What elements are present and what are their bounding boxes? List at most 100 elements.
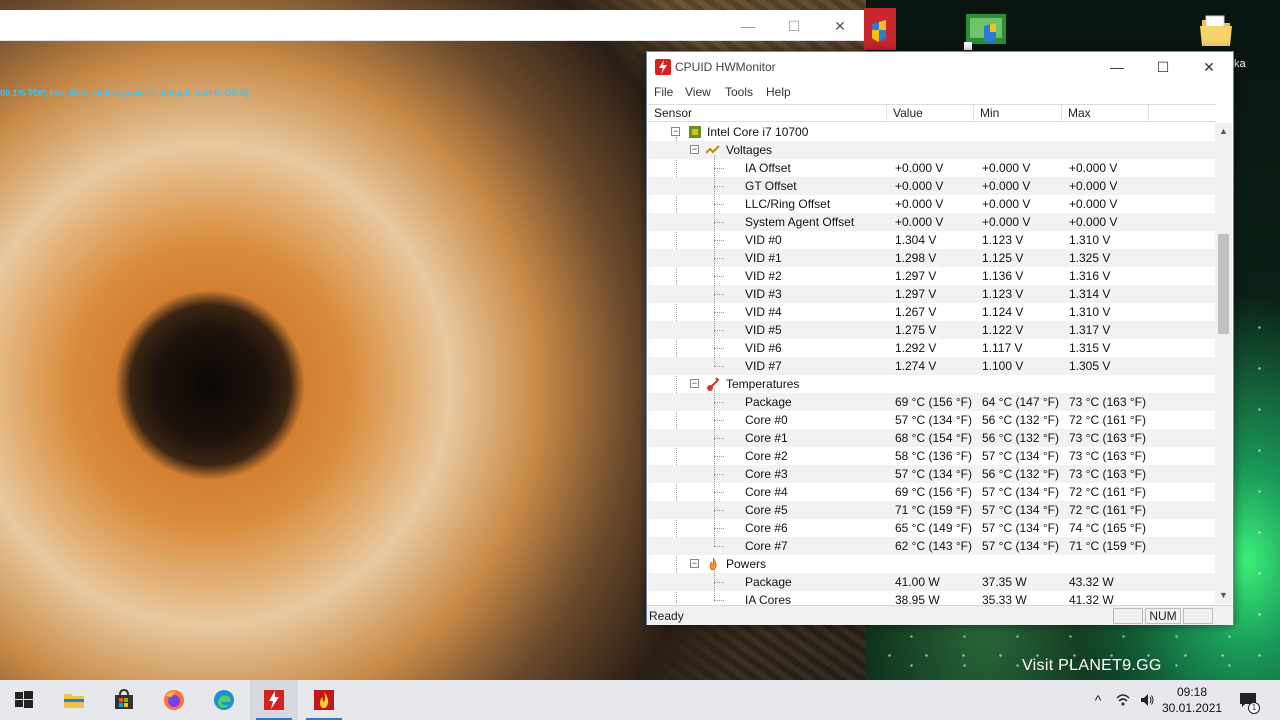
column-value[interactable]: Value [887,105,974,122]
sensor-max: 1.315 V [1069,341,1111,355]
sensor-row[interactable]: VID #2 1.297 V 1.136 V 1.316 V [648,267,1215,285]
maximize-button[interactable]: ☐ [1140,52,1186,82]
tree-branch [714,546,724,547]
sensor-row[interactable]: LLC/Ring Offset +0.000 V +0.000 V +0.000 V [648,195,1215,213]
tree-branch [714,258,724,259]
volume-icon [1141,694,1154,706]
sensor-name: VID #2 [745,269,782,283]
sensor-row[interactable]: System Agent Offset +0.000 V +0.000 V +0.00… [648,213,1215,231]
tray-wifi[interactable] [1112,680,1134,720]
tree-branch [714,438,724,439]
cpu-node[interactable]: − Intel Core i7 10700 [648,123,1215,141]
sensor-min: 57 °C (134 °F) [982,521,1059,535]
sensor-row[interactable]: VID #5 1.275 V 1.122 V 1.317 V [648,321,1215,339]
menu-help[interactable]: Help [766,85,791,99]
sensor-row[interactable]: Core #3 57 °C (134 °F) 56 °C (132 °F) 73 °C… [648,465,1215,483]
sensor-row[interactable]: Core #1 68 °C (154 °F) 56 °C (132 °F) 73 °C… [648,429,1215,447]
sensor-row[interactable]: Core #0 57 °C (134 °F) 56 °C (132 °F) 72 °C… [648,411,1215,429]
sensor-max: +0.000 V [1069,179,1118,193]
desktop-folder[interactable] [1198,10,1234,50]
sensor-row[interactable]: Core #5 71 °C (159 °F) 57 °C (134 °F) 72 °C… [648,501,1215,519]
sensor-value: 57 °C (134 °F) [895,413,972,427]
group-temperatures[interactable]: − Temperatures [648,375,1215,393]
collapse-icon[interactable]: − [690,559,699,568]
sensor-row[interactable]: IA Offset +0.000 V +0.000 V +0.000 V [648,159,1215,177]
system-clock[interactable]: 09:18 30.01.2021 [1162,684,1222,716]
background-minimize-button[interactable]: — [725,15,771,37]
scroll-down-icon[interactable]: ▼ [1215,587,1232,604]
tree-branch [714,456,724,457]
sensor-row[interactable]: Core #6 65 °C (149 °F) 57 °C (134 °F) 74 °C… [648,519,1215,537]
background-close-button[interactable]: ✕ [817,15,863,37]
start-button[interactable] [0,680,48,720]
status-text: Ready [649,609,684,623]
sensor-row[interactable]: IA Cores 38.95 W 35.33 W 41.32 W [648,591,1215,604]
sensor-max: 1.325 V [1069,251,1111,265]
column-sensor[interactable]: Sensor [648,105,887,122]
desktop-shortcut-shield[interactable] [864,8,896,50]
tree-branch [714,222,724,223]
scroll-up-icon[interactable]: ▲ [1215,123,1232,140]
sensor-row[interactable]: Core #4 69 °C (156 °F) 57 °C (134 °F) 72 °C… [648,483,1215,501]
taskbar-flame-app[interactable] [300,680,348,720]
collapse-icon[interactable]: − [671,127,680,136]
background-window[interactable]: — ☐ ✕ [0,10,866,41]
clock-time: 09:18 [1176,685,1208,699]
cpu-name: Intel Core i7 10700 [707,125,809,139]
taskbar-hwmonitor[interactable] [250,680,298,720]
sensor-row[interactable]: GT Offset +0.000 V +0.000 V +0.000 V [648,177,1215,195]
close-button[interactable]: ✕ [1186,52,1232,82]
collapse-icon[interactable]: − [690,379,699,388]
cpu-chip-icon [688,125,702,139]
hwmonitor-window[interactable]: CPUID HWMonitor — ☐ ✕ File View Tools He… [646,51,1234,625]
notification-badge: 1 [1248,702,1260,714]
sensor-row[interactable]: VID #1 1.298 V 1.125 V 1.325 V [648,249,1215,267]
collapse-icon[interactable]: − [690,145,699,154]
sensor-value: 1.267 V [895,305,937,319]
sensor-tree[interactable]: − Intel Core i7 10700− Voltages IA Offset +0… [648,123,1215,604]
group-powers[interactable]: − Powers [648,555,1215,573]
menu-view[interactable]: View [685,85,711,99]
edge-icon [214,690,234,710]
notification-center[interactable]: 1 [1236,680,1260,720]
sensor-row[interactable]: VID #0 1.304 V 1.123 V 1.310 V [648,231,1215,249]
column-min[interactable]: Min [974,105,1062,122]
sensor-value: +0.000 V [895,197,944,211]
sensor-name: VID #1 [745,251,782,265]
scroll-thumb[interactable] [1218,234,1229,334]
vertical-scrollbar[interactable]: ▲ ▼ [1215,123,1232,604]
sensor-row[interactable]: Core #7 62 °C (143 °F) 57 °C (134 °F) 71 °C… [648,537,1215,555]
background-maximize-button[interactable]: ☐ [771,15,817,37]
sensor-row[interactable]: VID #7 1.274 V 1.100 V 1.305 V [648,357,1215,375]
group-voltages[interactable]: − Voltages [648,141,1215,159]
tray-volume[interactable] [1136,680,1158,720]
taskbar-file-explorer[interactable] [50,680,98,720]
status-bar: Ready NUM [647,605,1233,625]
desktop-shortcut-installer[interactable] [962,10,1010,52]
tray-chevron-icon[interactable]: ^ [1087,680,1109,720]
taskbar-firefox[interactable] [150,680,198,720]
sensor-row[interactable]: VID #4 1.267 V 1.124 V 1.310 V [648,303,1215,321]
menu-tools[interactable]: Tools [725,85,753,99]
minimize-button[interactable]: — [1094,52,1140,82]
sensor-row[interactable]: Core #2 58 °C (136 °F) 57 °C (134 °F) 73 °C… [648,447,1215,465]
group-label: Voltages [726,143,773,157]
hwmonitor-app-icon [655,59,671,75]
shield-icon [864,8,896,50]
taskbar-edge[interactable] [200,680,248,720]
sensor-name: Package [745,575,792,589]
sensor-value: 62 °C (143 °F) [895,539,972,553]
taskbar-store[interactable] [100,680,148,720]
sensor-name: System Agent Offset [745,215,855,229]
title-bar[interactable]: CPUID HWMonitor — ☐ ✕ [647,52,1233,82]
wifi-icon [1116,694,1130,706]
sensor-row[interactable]: Package 69 °C (156 °F) 64 °C (147 °F) 73 °C… [648,393,1215,411]
sensor-min: 64 °C (147 °F) [982,395,1059,409]
menu-file[interactable]: File [654,85,673,99]
sensor-row[interactable]: VID #6 1.292 V 1.117 V 1.315 V [648,339,1215,357]
sensor-max: 1.314 V [1069,287,1111,301]
sensor-row[interactable]: VID #3 1.297 V 1.123 V 1.314 V [648,285,1215,303]
sensor-row[interactable]: Package 41.00 W 37.35 W 43.32 W [648,573,1215,591]
tree-branch [714,168,724,169]
column-max[interactable]: Max [1062,105,1149,122]
